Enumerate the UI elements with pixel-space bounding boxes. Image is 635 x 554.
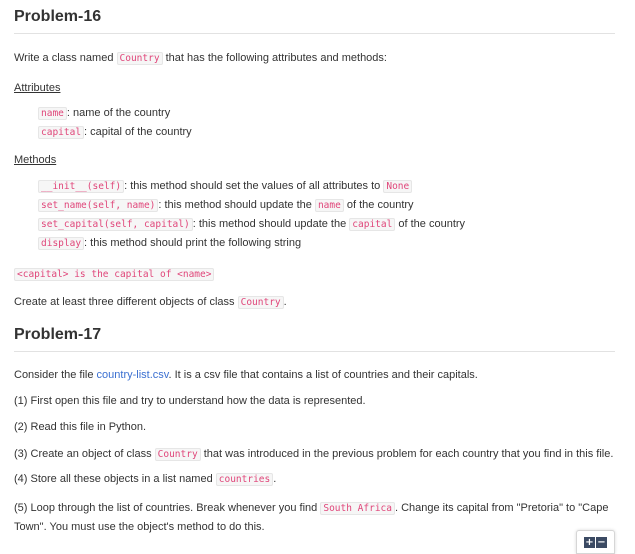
list-item: display: this method should print the fo… (38, 234, 615, 253)
display-string: <capital> is the capital of <name> (14, 265, 615, 284)
zoom-controls: + − (576, 530, 615, 554)
document: Problem-16 Write a class named Country t… (14, 0, 615, 537)
list-item: name: name of the country (38, 104, 615, 123)
step-2: (2) Read this file in Python. (14, 421, 147, 433)
csv-file-link[interactable]: country-list.csv (97, 369, 169, 381)
step-5: (5) Loop through the list of countries. … (14, 502, 609, 533)
problem-17-heading: Problem-17 (14, 324, 615, 352)
attributes-list: name: name of the country capital: capit… (14, 104, 615, 142)
problem-16-closing: Create at least three different objects … (14, 296, 287, 309)
class-name-code: Country (116, 52, 163, 65)
step-3: (3) Create an object of class Country th… (14, 448, 614, 461)
list-item: __init__(self): this method should set t… (38, 177, 615, 196)
zoom-out-button[interactable]: − (596, 537, 607, 548)
problem-17-intro: Consider the file country-list.csv. It i… (14, 369, 478, 381)
methods-list: __init__(self): this method should set t… (14, 177, 615, 253)
problem-16-heading: Problem-16 (14, 6, 615, 34)
problem-16-intro: Write a class named Country that has the… (14, 52, 387, 65)
zoom-in-button[interactable]: + (584, 537, 595, 548)
methods-label: Methods (14, 154, 57, 166)
list-item: set_name(self, name): this method should… (38, 196, 615, 215)
step-1: (1) First open this file and try to unde… (14, 395, 366, 407)
attributes-label: Attributes (14, 82, 61, 94)
list-item: capital: capital of the country (38, 123, 615, 142)
step-4: (4) Store all these objects in a list na… (14, 473, 277, 486)
list-item: set_capital(self, capital): this method … (38, 215, 615, 234)
